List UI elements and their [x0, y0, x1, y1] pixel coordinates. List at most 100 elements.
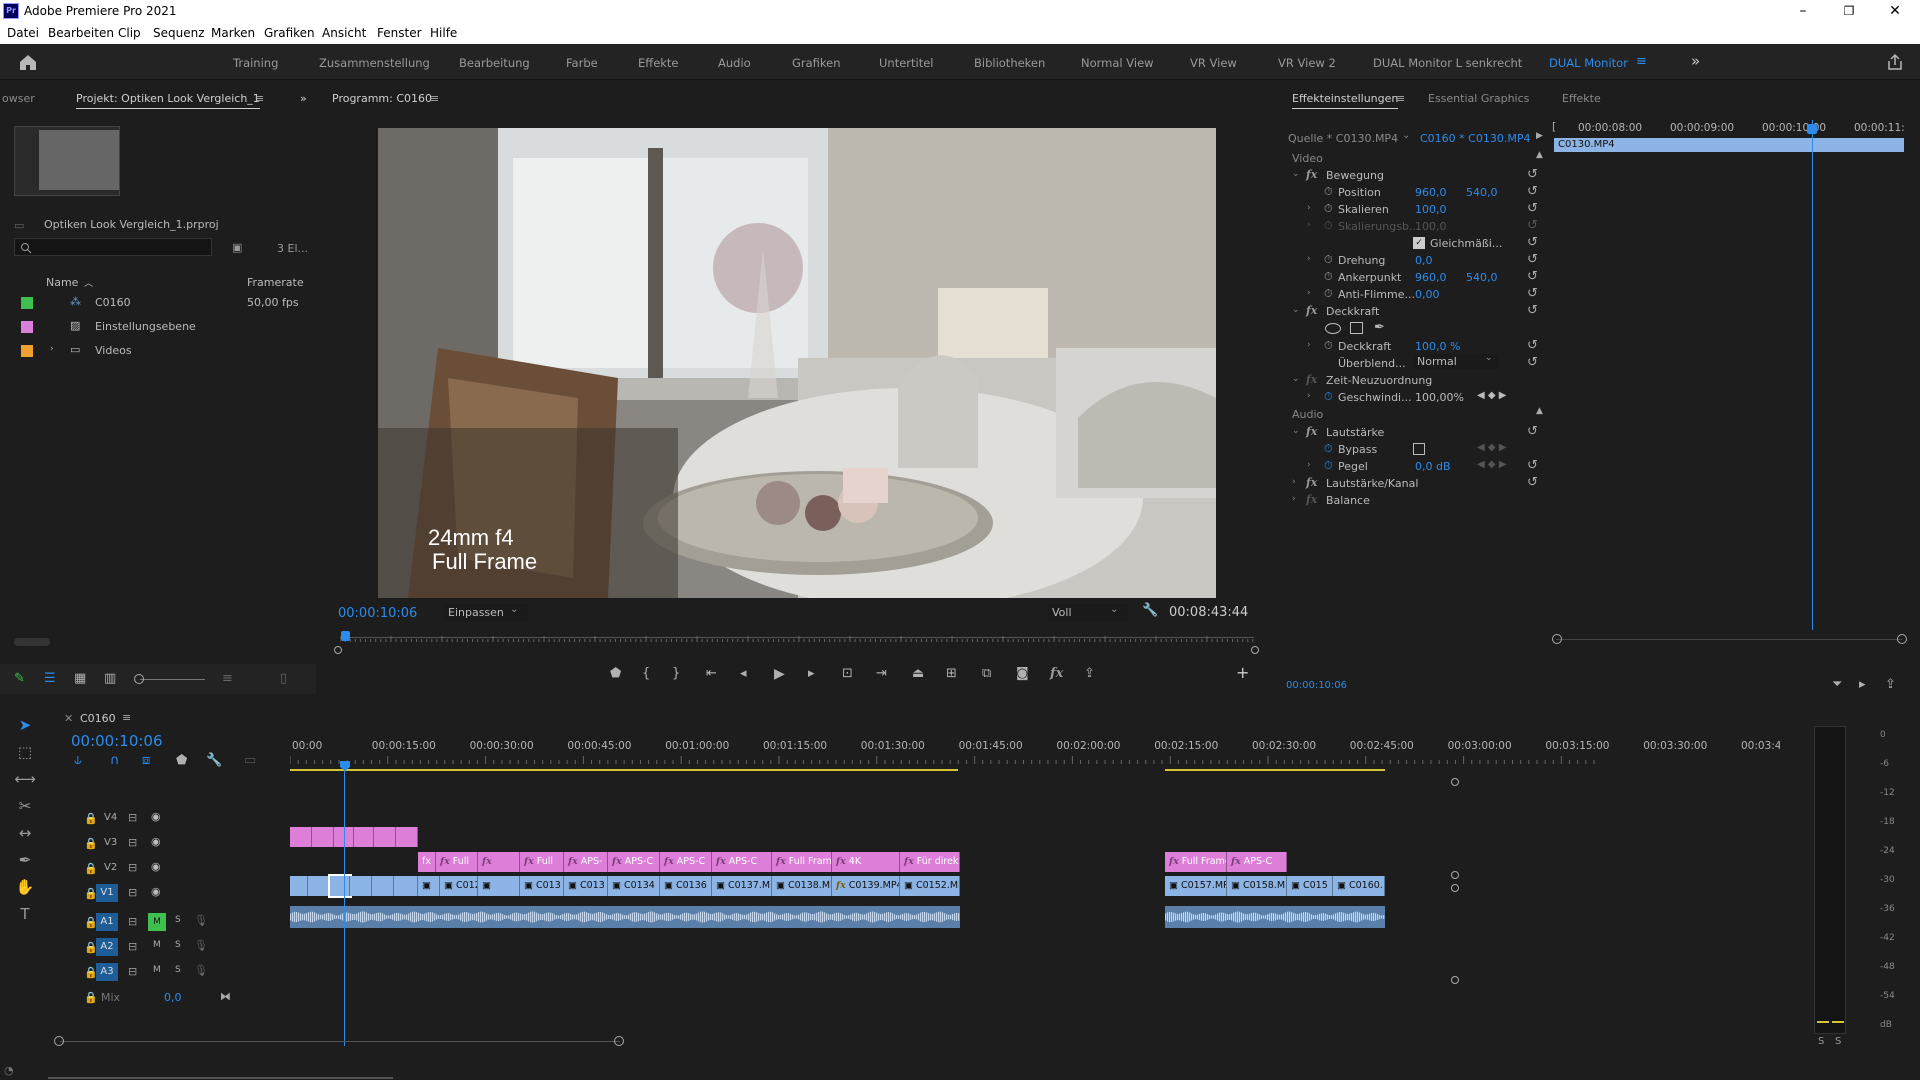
extract-icon[interactable]: ⊞ [946, 667, 957, 681]
stopwatch-icon[interactable]: ⏱ [1324, 287, 1333, 301]
step-back-icon[interactable]: ◂ [740, 667, 747, 681]
v2-clip[interactable]: fx APS-C [660, 852, 712, 872]
fit-dropdown[interactable]: Einpassen ⌄ [444, 604, 528, 621]
sync-lock-icon[interactable]: ⊟ [128, 965, 137, 978]
v1-clip[interactable]: ▣ C012 [440, 876, 478, 896]
menu-hilfe[interactable]: Hilfe [430, 26, 457, 40]
v2-clip[interactable]: fx [478, 852, 520, 872]
mute-button-a2[interactable]: M [153, 940, 161, 950]
reset-icon[interactable]: ↺ [1527, 252, 1538, 267]
expand-chevron-icon[interactable]: › [50, 344, 54, 354]
workspace-dual-monitor-l[interactable]: DUAL Monitor L senkrecht [1373, 56, 1522, 70]
workspace-bearbeitung[interactable]: Bearbeitung [459, 56, 530, 70]
reset-icon[interactable]: ↺ [1527, 184, 1538, 199]
adjustment-clip[interactable] [354, 827, 374, 847]
stopwatch-icon[interactable]: ⏱ [1324, 442, 1333, 456]
reset-icon[interactable]: ↺ [1527, 475, 1538, 490]
stopwatch-icon[interactable]: ⏱ [1324, 390, 1333, 404]
lock-icon[interactable]: 🔒 [84, 812, 98, 825]
hand-tool-icon[interactable]: ✋ [12, 878, 38, 900]
eye-icon[interactable]: ◉ [151, 810, 161, 823]
program-playhead[interactable] [341, 631, 350, 641]
stopwatch-icon[interactable]: ⏱ [1324, 253, 1333, 267]
v1-clip[interactable]: ▣ C013 [564, 876, 608, 896]
keyframe-nav-icon[interactable]: ◀ ◆ ▶ [1477, 390, 1506, 401]
microphone-icon[interactable]: 🎙 [194, 939, 208, 952]
pencil-icon[interactable]: ✎ [14, 672, 25, 686]
workspace-training[interactable]: Training [233, 56, 278, 70]
zoom-handle-left[interactable] [334, 646, 342, 654]
expand-chevron-icon[interactable]: › [1292, 494, 1296, 504]
tab-program[interactable]: Programm: C0160 [332, 92, 432, 108]
ellipse-mask-icon[interactable] [1325, 323, 1341, 334]
workspace-audio[interactable]: Audio [718, 56, 751, 70]
lock-icon[interactable]: 🔒 [84, 991, 98, 1004]
program-timecode[interactable]: 00:00:10:06 [338, 606, 417, 621]
nest-icon[interactable]: ⫝ [74, 754, 82, 768]
solo-button-a2[interactable]: S [175, 940, 181, 950]
work-area-bar[interactable] [290, 769, 958, 771]
zoom-handle-right[interactable] [614, 1036, 624, 1046]
sync-lock-icon[interactable]: ⊟ [128, 940, 137, 953]
home-icon[interactable] [18, 53, 38, 71]
stopwatch-icon[interactable]: ⏱ [1324, 270, 1333, 284]
project-menu-icon[interactable]: ≡ [255, 92, 264, 105]
new-bin-icon[interactable]: ▣ [232, 241, 242, 254]
anker-y[interactable]: 540,0 [1466, 271, 1498, 284]
geschwindigkeit-value[interactable]: 100,00% [1415, 391, 1464, 404]
fx-icon[interactable]: fx [1306, 476, 1317, 489]
v1-clip[interactable]: ▣ C0158.M [1227, 876, 1287, 896]
workspace-grafiken[interactable]: Grafiken [792, 56, 841, 70]
microphone-icon[interactable]: 🎙 [194, 964, 208, 977]
keyframe-nav-icon[interactable]: ◀ ◆ ▶ [1477, 442, 1506, 453]
new-item-icon[interactable]: ▯ [280, 672, 287, 686]
close-tab-icon[interactable]: ✕ [64, 712, 73, 725]
mark-in-icon[interactable]: { [642, 667, 650, 681]
horizontal-scrollbar[interactable] [60, 1041, 620, 1042]
vertical-scroll-handle[interactable] [1451, 778, 1459, 786]
menu-datei[interactable]: Datei [7, 26, 39, 40]
reset-icon[interactable]: ↺ [1527, 269, 1538, 284]
go-to-in-icon[interactable]: ⇤ [706, 667, 717, 681]
sync-lock-icon[interactable]: ⊟ [128, 836, 137, 849]
v1-clip[interactable] [394, 876, 418, 896]
go-to-end-icon[interactable]: ⧓ [220, 990, 231, 1003]
timeline-playhead-line[interactable] [344, 768, 345, 1046]
fx-icon[interactable]: fx [1306, 304, 1317, 317]
expand-chevron-icon[interactable]: › [1307, 460, 1311, 470]
column-name[interactable]: Name [46, 276, 78, 289]
workspace-farbe[interactable]: Farbe [566, 56, 598, 70]
effect-timeline[interactable]: [ 00:00:08:00 00:00:09:00 00:00:10:00 00… [1552, 120, 1912, 660]
timeline-ruler[interactable]: 00:00 00:00:15:00 00:00:30:00 00:00:45:00 00… [290, 740, 1788, 756]
v2-clip[interactable]: fx 4K [832, 852, 900, 872]
expand-chevron-icon[interactable]: ⌄ [1292, 374, 1300, 384]
menu-bearbeiten[interactable]: Bearbeiten [48, 26, 114, 40]
position-x[interactable]: 960,0 [1415, 186, 1447, 199]
reset-icon[interactable]: ↺ [1527, 355, 1538, 370]
sequence-clip-label[interactable]: C0160 * C0130.MP4 [1420, 132, 1530, 145]
effect-playhead-line[interactable] [1812, 120, 1813, 630]
a1-audio-clips[interactable] [290, 906, 960, 928]
program-video-frame[interactable]: 24mm f4 Full Frame [378, 128, 1216, 598]
v1-clip[interactable]: ▣ C013 [520, 876, 564, 896]
collapse-icon[interactable]: ▲ [1536, 406, 1543, 416]
add-marker-icon[interactable]: ⬟ [610, 667, 621, 681]
timeline-timecode[interactable]: 00:00:10:06 [71, 732, 163, 750]
tab-media-browser[interactable]: owser [2, 92, 35, 105]
v2-clip[interactable]: fx Für direkt [900, 852, 960, 872]
expand-chevron-icon[interactable]: › [1307, 288, 1311, 298]
tab-effect-controls[interactable]: Effekteinstellungen [1292, 92, 1399, 109]
chevron-down-icon[interactable]: ⌄ [1402, 130, 1410, 141]
v2-clip[interactable]: fx APS-C [1227, 852, 1287, 872]
lock-icon[interactable]: 🔒 [84, 837, 98, 850]
close-button[interactable]: ✕ [1872, 0, 1918, 22]
expand-chevron-icon[interactable]: › [1307, 203, 1311, 213]
snap-icon[interactable]: ∩ [110, 754, 120, 768]
add-button-icon[interactable]: + [1236, 665, 1249, 681]
track-label-a1[interactable]: A1 [96, 913, 118, 931]
reset-icon[interactable]: ↺ [1527, 167, 1538, 182]
uniform-scale-checkbox[interactable]: ✓ [1413, 237, 1425, 249]
workspace-vr-view-2[interactable]: VR View 2 [1278, 56, 1336, 70]
track-select-tool-icon[interactable]: ⬚ [12, 743, 38, 765]
a1-audio-clips[interactable] [1165, 906, 1385, 928]
